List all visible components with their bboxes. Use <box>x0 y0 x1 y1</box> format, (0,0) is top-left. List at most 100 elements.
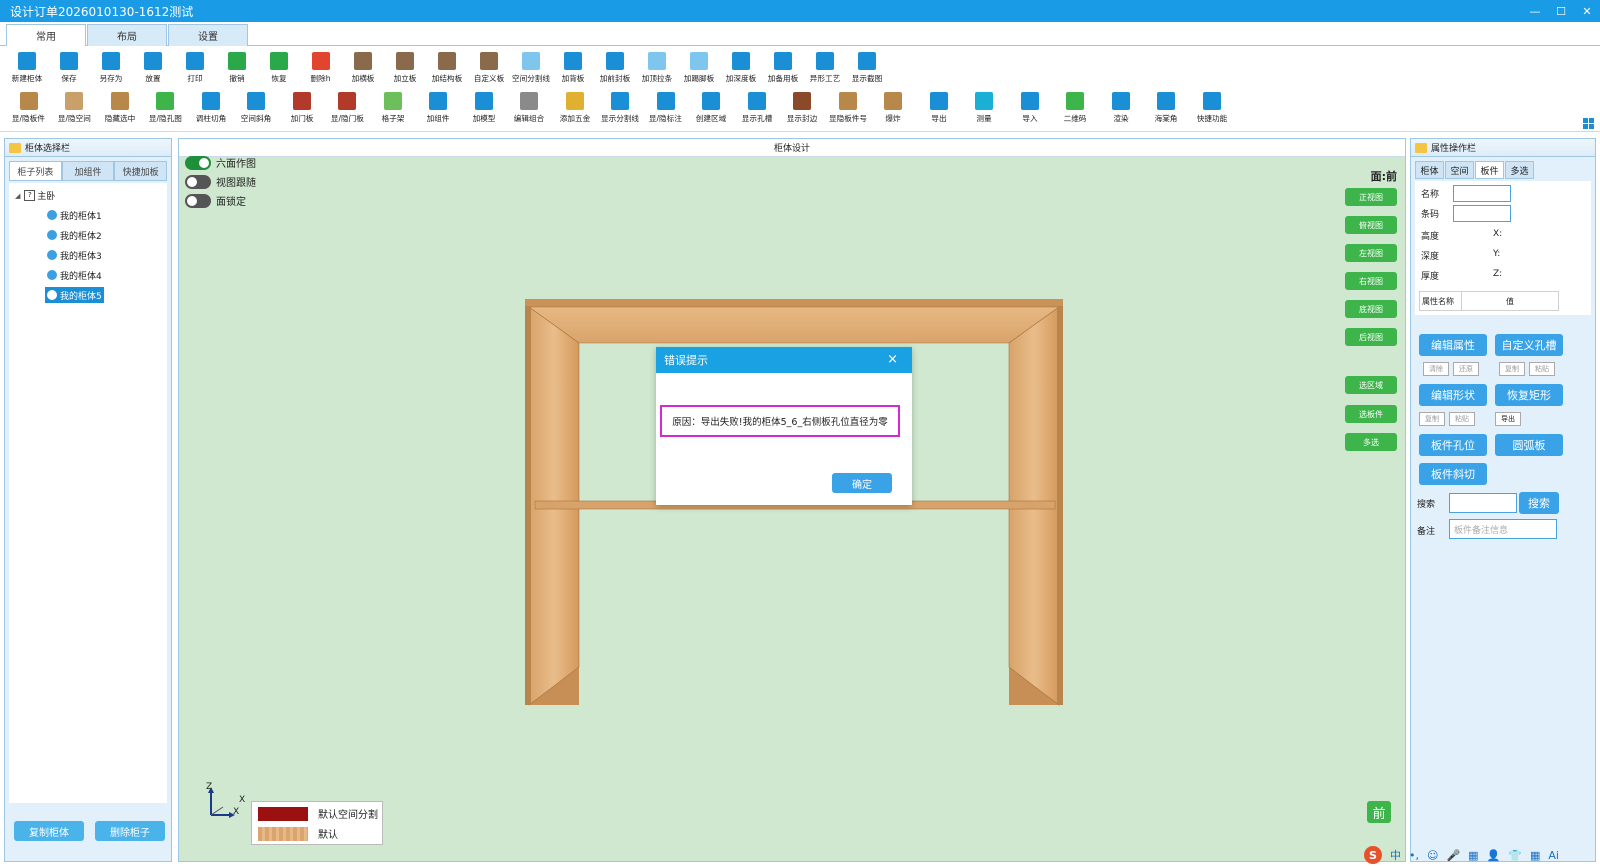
toolbox-icon[interactable]: ▦ <box>1530 849 1540 862</box>
tab-add-component[interactable]: 加组件 <box>61 161 115 181</box>
tab-settings[interactable]: 设置 <box>168 24 248 46</box>
edit-shape-button[interactable]: 编辑形状 <box>1419 384 1487 406</box>
add-front-seal-button[interactable]: 加前封板 <box>594 50 636 88</box>
export-shape-button[interactable]: 导出 <box>1495 412 1521 426</box>
quick-function-button[interactable]: 快捷功能 <box>1189 90 1235 128</box>
begonia-corner-button[interactable]: 海棠角 <box>1144 90 1190 128</box>
tree-item-cabinet-2[interactable]: 我的柜体2 <box>45 227 104 243</box>
punct-icon[interactable]: •, <box>1409 849 1419 862</box>
add-spare-board-button[interactable]: 加备用板 <box>762 50 804 88</box>
tab-common[interactable]: 常用 <box>6 24 86 46</box>
print-button[interactable]: 打印 <box>174 50 216 88</box>
import-button[interactable]: 导入 <box>1007 90 1053 128</box>
add-door-button[interactable]: 加门板 <box>279 90 325 128</box>
close-icon[interactable]: ✕ <box>1574 0 1600 22</box>
code-input[interactable] <box>1453 205 1512 222</box>
skin-icon[interactable]: 👕 <box>1508 849 1522 862</box>
clear-button[interactable]: 清除 <box>1423 362 1449 376</box>
column-corner-button[interactable]: 调柱切角 <box>188 90 234 128</box>
name-input[interactable] <box>1453 185 1512 202</box>
tab-layout[interactable]: 布局 <box>87 24 167 46</box>
search-input[interactable] <box>1449 493 1517 513</box>
custom-hole-slot-button[interactable]: 自定义孔槽 <box>1495 334 1563 356</box>
front-face-badge[interactable]: 前 <box>1367 801 1391 823</box>
add-component-button[interactable]: 加组件 <box>416 90 462 128</box>
show-divider-button[interactable]: 显示分割线 <box>598 90 644 128</box>
save-as-button[interactable]: 另存为 <box>90 50 132 88</box>
ime-lang-icon[interactable]: 中 <box>1390 847 1401 863</box>
add-hardware-button[interactable]: 添加五金 <box>552 90 598 128</box>
copy-button[interactable]: 复制 <box>1499 362 1525 376</box>
paste-button[interactable]: 粘贴 <box>1529 362 1555 376</box>
sogou-ime-icon[interactable]: S <box>1364 846 1382 864</box>
emoji-icon[interactable]: ☺ <box>1427 849 1438 862</box>
tab-cabinet-list[interactable]: 柜子列表 <box>9 161 62 181</box>
add-vertical-board-button[interactable]: 加立板 <box>384 50 426 88</box>
add-model-button[interactable]: 加模型 <box>461 90 507 128</box>
add-kickboard-button[interactable]: 加踢脚板 <box>678 50 720 88</box>
paste-shape-button[interactable]: 粘贴 <box>1449 412 1475 426</box>
copy-shape-button[interactable]: 复制 <box>1419 412 1445 426</box>
grid-rack-button[interactable]: 格子架 <box>370 90 416 128</box>
tab-board[interactable]: 板件 <box>1475 161 1504 179</box>
measure-button[interactable]: 测量 <box>962 90 1008 128</box>
toggle-door-button[interactable]: 显/隐门板 <box>325 90 371 128</box>
edit-attribute-button[interactable]: 编辑属性 <box>1419 334 1487 356</box>
export-button[interactable]: 导出 <box>916 90 962 128</box>
tree-root[interactable]: ◢ ? 主卧 <box>15 189 55 202</box>
search-button[interactable]: 搜索 <box>1519 492 1559 514</box>
save-button[interactable]: 保存 <box>48 50 90 88</box>
design-canvas[interactable]: 柜体设计 六面作图 视图跟随 面锁定 面:前 正视图 俯视图 左视图 右视图 底… <box>178 138 1406 862</box>
render-button[interactable]: 渲染 <box>1098 90 1144 128</box>
new-cabinet-button[interactable]: 新建柜体 <box>6 50 48 88</box>
redo-button[interactable]: 恢复 <box>258 50 300 88</box>
close-icon[interactable]: × <box>887 352 898 367</box>
delete-button[interactable]: 删除h <box>300 50 342 88</box>
space-bevel-button[interactable]: 空间斜角 <box>234 90 280 128</box>
board-bevel-button[interactable]: 板件斜切 <box>1419 463 1487 485</box>
tree-item-cabinet-1[interactable]: 我的柜体1 <box>45 207 104 223</box>
show-hole-slot-button[interactable]: 显示孔槽 <box>734 90 780 128</box>
tab-cabinet[interactable]: 柜体 <box>1415 161 1444 179</box>
add-depth-board-button[interactable]: 加深度板 <box>720 50 762 88</box>
special-process-button[interactable]: 异形工艺 <box>804 50 846 88</box>
add-horizontal-board-button[interactable]: 加横板 <box>342 50 384 88</box>
mic-icon[interactable]: 🎤 <box>1446 849 1460 862</box>
tab-multi[interactable]: 多选 <box>1505 161 1534 179</box>
toggle-hole-button[interactable]: 显/隐孔图 <box>143 90 189 128</box>
show-screenshot-button[interactable]: 显示截图 <box>846 50 888 88</box>
toggle-annotation-button[interactable]: 显/隐标注 <box>643 90 689 128</box>
toggle-board-number-button[interactable]: 显隐板件号 <box>825 90 871 128</box>
ai-icon[interactable]: Ai <box>1548 849 1559 862</box>
user-icon[interactable]: 👤 <box>1487 849 1501 862</box>
toggle-board-button[interactable]: 显/隐板件 <box>6 90 52 128</box>
edit-group-button[interactable]: 编辑组合 <box>507 90 553 128</box>
custom-board-button[interactable]: 自定义板 <box>468 50 510 88</box>
show-edge-banding-button[interactable]: 显示封边 <box>780 90 826 128</box>
add-back-board-button[interactable]: 加背板 <box>552 50 594 88</box>
ok-button[interactable]: 确定 <box>832 473 892 493</box>
collapse-triangle-icon[interactable]: ◢ <box>15 192 20 200</box>
tree-item-cabinet-5[interactable]: 我的柜体5 <box>45 287 104 303</box>
create-region-button[interactable]: 创建区域 <box>689 90 735 128</box>
maximize-icon[interactable]: ☐ <box>1548 0 1574 22</box>
undo-button[interactable]: 撤销 <box>216 50 258 88</box>
explode-button[interactable]: 爆炸 <box>871 90 917 128</box>
remark-input[interactable]: 板件备注信息 <box>1449 519 1557 539</box>
arc-board-button[interactable]: 圆弧板 <box>1495 434 1563 456</box>
add-structure-board-button[interactable]: 加结构板 <box>426 50 468 88</box>
restore-button[interactable]: 还原 <box>1453 362 1479 376</box>
restore-rectangle-button[interactable]: 恢复矩形 <box>1495 384 1563 406</box>
delete-cabinet-button[interactable]: 删除柜子 <box>95 821 165 841</box>
grid-icon[interactable] <box>1583 118 1594 129</box>
hide-selected-button[interactable]: 隐藏选中 <box>97 90 143 128</box>
copy-cabinet-button[interactable]: 复制柜体 <box>14 821 84 841</box>
tree-item-cabinet-4[interactable]: 我的柜体4 <box>45 267 104 283</box>
keyboard-icon[interactable]: ▦ <box>1468 849 1478 862</box>
add-top-strip-button[interactable]: 加顶拉条 <box>636 50 678 88</box>
qrcode-button[interactable]: 二维码 <box>1053 90 1099 128</box>
space-divider-button[interactable]: 空间分割线 <box>510 50 552 88</box>
board-hole-button[interactable]: 板件孔位 <box>1419 434 1487 456</box>
tree-item-cabinet-3[interactable]: 我的柜体3 <box>45 247 104 263</box>
toggle-space-button[interactable]: 显/隐空间 <box>52 90 98 128</box>
